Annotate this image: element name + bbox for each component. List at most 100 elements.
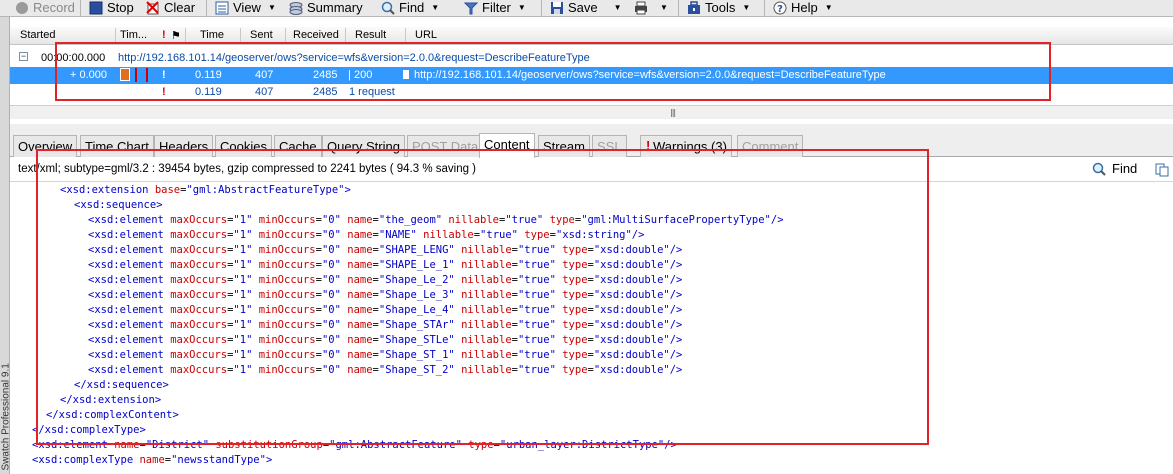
code-line: <xsd:element maxOccurs="1" minOccurs="0"… bbox=[88, 214, 784, 226]
row-url: http://192.168.101.14/geoserver/ows?serv… bbox=[118, 52, 590, 64]
toolbar-separator bbox=[541, 0, 542, 16]
row-received: 2485 bbox=[313, 69, 338, 81]
content-type-info: text/xml; subtype=gml/3.2 : 39454 bytes,… bbox=[18, 163, 477, 175]
tab-post-data[interactable]: POST Data bbox=[407, 135, 484, 157]
chevron-down-icon: ▼ bbox=[431, 3, 440, 12]
tab-time-chart[interactable]: Time Chart bbox=[80, 135, 154, 157]
content-info-bar: text/xml; subtype=gml/3.2 : 39454 bytes,… bbox=[10, 158, 1173, 182]
tab-content[interactable]: Content bbox=[479, 133, 535, 158]
column-header-received[interactable]: Received bbox=[293, 29, 339, 41]
warning-column-icon: ! bbox=[162, 29, 166, 41]
code-line: <xsd:element maxOccurs="1" minOccurs="0"… bbox=[88, 349, 683, 361]
tab-cache[interactable]: Cache bbox=[274, 135, 322, 157]
code-line: <xsd:complexType name="newsstandType"> bbox=[32, 454, 273, 466]
print-button[interactable]: ▼ bbox=[634, 0, 668, 16]
timechart-bar bbox=[120, 68, 130, 81]
column-header-sent[interactable]: Sent bbox=[250, 29, 273, 41]
table-row-selected[interactable]: + 0.000 ! 0.119 407 2485 | 200 http://19… bbox=[10, 67, 1173, 84]
summary-result: 1 request bbox=[349, 86, 395, 98]
chevron-down-icon: ▼ bbox=[660, 3, 668, 12]
help-icon: ? bbox=[773, 1, 787, 15]
toolbar-separator bbox=[80, 0, 81, 16]
timechart-marker bbox=[146, 68, 148, 82]
code-line: </xsd:extension> bbox=[60, 394, 162, 406]
row-started: 00:00:00.000 bbox=[41, 52, 106, 64]
toolbar-separator bbox=[206, 0, 207, 16]
code-line: <xsd:element maxOccurs="1" minOccurs="0"… bbox=[88, 259, 683, 271]
tab-overview[interactable]: Overview bbox=[13, 135, 78, 157]
collapse-icon[interactable]: − bbox=[19, 52, 28, 61]
code-line: <xsd:element maxOccurs="1" minOccurs="0"… bbox=[88, 334, 683, 346]
horizontal-scrollbar[interactable]: ||| bbox=[10, 105, 1173, 119]
code-line: </xsd:sequence> bbox=[74, 379, 169, 391]
find-button[interactable]: Find ▼ bbox=[381, 0, 439, 16]
filter-icon bbox=[463, 1, 479, 15]
summary-time: 0.119 bbox=[195, 86, 222, 98]
tab-cookies[interactable]: Cookies bbox=[215, 135, 272, 157]
code-line: <xsd:extension base="gml:AbstractFeature… bbox=[60, 184, 351, 196]
code-line: <xsd:element name="District" substitutio… bbox=[32, 439, 677, 451]
copy-icon[interactable] bbox=[1155, 163, 1169, 177]
help-menu[interactable]: ? Help ▼ bbox=[773, 0, 833, 16]
code-line: <xsd:element maxOccurs="1" minOccurs="0"… bbox=[88, 319, 683, 331]
toolbar-separator bbox=[764, 0, 765, 16]
printer-icon bbox=[634, 1, 648, 15]
search-icon bbox=[1092, 162, 1106, 176]
chevron-down-icon: ▼ bbox=[517, 3, 526, 12]
content-find-button[interactable]: Find bbox=[1092, 161, 1137, 176]
tab-comment[interactable]: Comment bbox=[737, 135, 804, 157]
code-line: <xsd:sequence> bbox=[74, 199, 163, 211]
summary-received: 2485 bbox=[313, 86, 338, 98]
code-line: <xsd:element maxOccurs="1" minOccurs="0"… bbox=[88, 274, 683, 286]
tab-warnings[interactable]: ! Warnings (3) bbox=[640, 135, 732, 157]
code-line: </xsd:complexType> bbox=[32, 424, 146, 436]
view-icon bbox=[215, 1, 229, 15]
row-started: + 0.000 bbox=[70, 69, 108, 81]
tab-stream[interactable]: Stream bbox=[538, 135, 590, 157]
clear-button[interactable]: Clear bbox=[146, 0, 195, 16]
stop-button[interactable]: Stop bbox=[89, 0, 134, 16]
summary-button[interactable]: Summary bbox=[289, 0, 363, 16]
search-icon bbox=[381, 1, 395, 15]
tab-warnings-label: Warnings (3) bbox=[653, 139, 727, 154]
document-icon bbox=[403, 70, 409, 79]
svg-text:?: ? bbox=[777, 4, 783, 15]
filter-button[interactable]: Filter ▼ bbox=[463, 0, 526, 16]
tab-headers[interactable]: Headers bbox=[154, 135, 214, 157]
chevron-down-icon: ▼ bbox=[824, 3, 833, 12]
column-header-timechart[interactable]: Tim... bbox=[120, 29, 147, 41]
record-button[interactable]: Record bbox=[15, 0, 75, 16]
tab-strip: Overview Time Chart Headers Cookies Cach… bbox=[10, 124, 1173, 158]
chevron-down-icon: ▼ bbox=[742, 3, 751, 12]
chevron-down-icon: ▼ bbox=[267, 3, 276, 12]
tab-query-string[interactable]: Query String bbox=[322, 135, 405, 157]
column-header-url[interactable]: URL bbox=[415, 29, 437, 41]
save-button[interactable]: Save ▼ bbox=[550, 0, 622, 16]
tab-ssl[interactable]: SSL bbox=[592, 135, 627, 157]
row-result-divider: | bbox=[348, 69, 351, 81]
column-header-time[interactable]: Time bbox=[200, 29, 224, 41]
toolbox-icon bbox=[687, 1, 701, 15]
column-header-result[interactable]: Result bbox=[355, 29, 386, 41]
code-line: </xsd:complexContent> bbox=[46, 409, 179, 421]
xml-content-viewer[interactable]: <xsd:extension base="gml:AbstractFeature… bbox=[10, 183, 1173, 474]
chevron-down-icon: ▼ bbox=[613, 3, 622, 12]
view-menu[interactable]: View ▼ bbox=[215, 0, 276, 16]
record-icon bbox=[15, 1, 29, 15]
row-url: http://192.168.101.14/geoserver/ows?serv… bbox=[414, 69, 886, 81]
row-result: 200 bbox=[354, 69, 373, 81]
table-row[interactable]: − 00:00:00.000 http://192.168.101.14/geo… bbox=[10, 50, 1173, 67]
tools-menu[interactable]: Tools ▼ bbox=[687, 0, 750, 16]
scroll-grip[interactable]: ||| bbox=[670, 108, 676, 117]
warning-icon: ! bbox=[162, 69, 166, 81]
stop-icon bbox=[89, 1, 103, 15]
summary-row: ! 0.119 407 2485 1 request bbox=[10, 84, 1173, 101]
summary-sent: 407 bbox=[255, 86, 274, 98]
grid-header: Started Tim... ! ⚑ Time Sent Received Re… bbox=[10, 27, 1173, 45]
code-line: <xsd:element maxOccurs="1" minOccurs="0"… bbox=[88, 229, 645, 241]
clear-icon bbox=[146, 1, 160, 15]
column-header-started[interactable]: Started bbox=[20, 29, 55, 41]
code-line: <xsd:element maxOccurs="1" minOccurs="0"… bbox=[88, 304, 683, 316]
code-line: <xsd:element maxOccurs="1" minOccurs="0"… bbox=[88, 364, 683, 376]
code-line: <xsd:element maxOccurs="1" minOccurs="0"… bbox=[88, 289, 683, 301]
